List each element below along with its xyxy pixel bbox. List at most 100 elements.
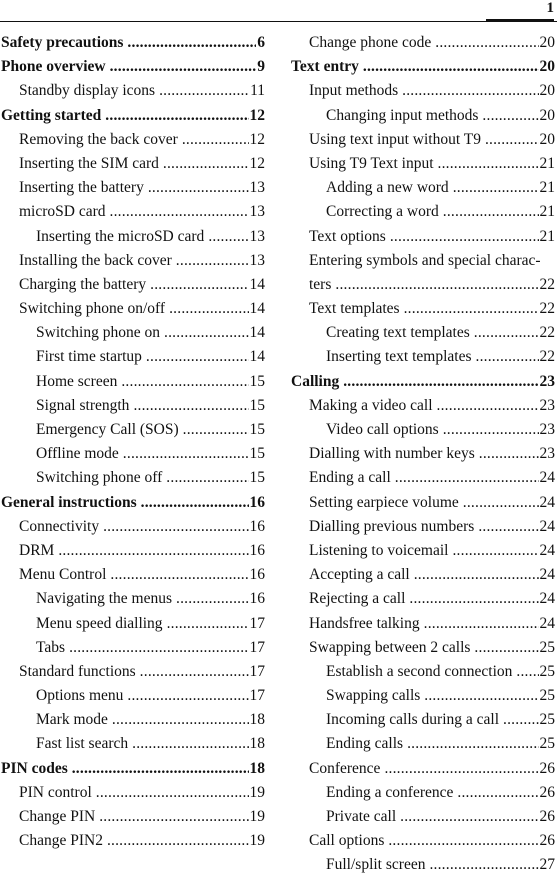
toc-entry[interactable]: Change phone code 20	[291, 31, 555, 55]
toc-entry[interactable]: Ending a call 24	[291, 466, 555, 490]
toc-entry[interactable]: Video call options 23	[291, 418, 555, 442]
toc-entry[interactable]: First time startup 14	[1, 345, 265, 369]
toc-entry[interactable]: PIN codes 18	[1, 757, 265, 781]
toc-entry[interactable]: Change PIN2 19	[1, 829, 265, 853]
toc-entry[interactable]: Emergency Call (SOS) 15	[1, 418, 265, 442]
toc-entry-page: 12	[249, 130, 266, 148]
toc-entry-title: Dialling previous numbers	[309, 517, 475, 535]
toc-entry[interactable]: Connectivity 16	[1, 515, 265, 539]
toc-entry[interactable]: Standard functions 17	[1, 660, 265, 684]
toc-entry[interactable]: Using T9 Text input 21	[291, 152, 555, 176]
toc-entry[interactable]: Establish a second connection 25	[291, 660, 555, 684]
toc-entry[interactable]: DRM 16	[1, 539, 265, 563]
toc-entry[interactable]: Using text input without T9 20	[291, 128, 555, 152]
dot-leader	[443, 418, 539, 442]
toc-entry-page: 14	[249, 300, 266, 318]
toc-entry[interactable]: microSD card 13	[1, 200, 265, 224]
toc-entry[interactable]: Removing the back cover 12	[1, 128, 265, 152]
toc-entry-page: 24	[539, 590, 556, 608]
toc-entry[interactable]: Text templates 22	[291, 297, 555, 321]
toc-entry[interactable]: Incoming calls during a call 25	[291, 708, 555, 732]
toc-entry-title: Rejecting a call	[309, 590, 406, 608]
toc-entry[interactable]: Inserting the battery 13	[1, 176, 265, 200]
toc-entry[interactable]: Changing input methods 20	[291, 104, 555, 128]
toc-entry[interactable]: Ending calls 25	[291, 732, 555, 756]
toc-entry-page: 24	[539, 493, 556, 511]
toc-entry-title: First time startup	[36, 348, 142, 366]
toc-entry[interactable]: Charging the battery 14	[1, 273, 265, 297]
dot-leader	[335, 273, 538, 297]
toc-entry[interactable]: Accepting a call 24	[291, 563, 555, 587]
toc-entry[interactable]: Fast list search 18	[1, 732, 265, 756]
toc-entry[interactable]: Inserting the microSD card 13	[1, 225, 265, 249]
toc-entry-page: 14	[249, 275, 266, 293]
toc-entry-page: 25	[539, 687, 556, 705]
toc-entry-page: 24	[539, 541, 556, 559]
toc-entry-title: Dialling with number keys	[309, 445, 475, 463]
toc-entry[interactable]: Safety precautions 6	[1, 31, 265, 55]
toc-entry[interactable]: Ending a conference 26	[291, 781, 555, 805]
toc-entry[interactable]: Rejecting a call 24	[291, 587, 555, 611]
toc-entry[interactable]: Menu Control 16	[1, 563, 265, 587]
toc-entry-page: 26	[539, 808, 556, 825]
toc-entry[interactable]: Dialling previous numbers 24	[291, 515, 555, 539]
dot-leader	[390, 225, 539, 249]
toc-entry[interactable]: Inserting text templates 22	[291, 345, 555, 369]
toc-entry[interactable]: Entering symbols and special charac-	[291, 249, 555, 273]
toc-entry-title: Ending calls	[326, 735, 404, 753]
toc-entry[interactable]: Options menu 17	[1, 684, 265, 708]
dot-leader	[479, 442, 539, 466]
toc-entry[interactable]: General instructions 16	[1, 491, 265, 515]
toc-entry-page: 13	[249, 227, 266, 245]
toc-entry[interactable]: Setting earpiece volume 24	[291, 491, 555, 515]
toc-entry-title: Phone overview	[1, 58, 106, 76]
toc-entry[interactable]: Signal strength 15	[1, 394, 265, 418]
toc-entry[interactable]: Private call 26	[291, 805, 555, 829]
toc-entry-title: Getting started	[1, 106, 102, 124]
toc-entry[interactable]: Text entry 20	[291, 55, 555, 79]
toc-entry-title: Conference	[309, 759, 381, 777]
toc-entry[interactable]: Offline mode 15	[1, 442, 265, 466]
toc-entry[interactable]: Calling 23	[291, 370, 555, 394]
toc-entry[interactable]: Handsfree talking 24	[291, 612, 555, 636]
dot-leader	[58, 539, 248, 563]
toc-entry[interactable]: Call options 26	[291, 829, 555, 853]
dot-leader	[503, 708, 538, 732]
toc-entry[interactable]: Correcting a word 21	[291, 200, 555, 224]
dot-leader	[127, 31, 256, 55]
dot-leader	[388, 829, 538, 853]
toc-entry[interactable]: Making a video call 23	[291, 394, 555, 418]
toc-entry[interactable]: Switching phone on 14	[1, 321, 265, 345]
dot-leader	[176, 587, 248, 611]
toc-entry[interactable]: Phone overview 9	[1, 55, 265, 79]
toc-entry[interactable]: Swapping calls 25	[291, 684, 555, 708]
toc-entry[interactable]: Change PIN 19	[1, 805, 265, 829]
toc-entry[interactable]: PIN control 19	[1, 781, 265, 805]
toc-entry[interactable]: Inserting the SIM card 12	[1, 152, 265, 176]
toc-entry[interactable]: Navigating the menus 16	[1, 587, 265, 611]
toc-entry[interactable]: Switching phone on/off 14	[1, 297, 265, 321]
dot-leader	[482, 104, 538, 128]
dot-leader	[395, 466, 539, 490]
toc-entry[interactable]: Listening to voicemail 24	[291, 539, 555, 563]
toc-entry[interactable]: Standby display icons 11	[1, 79, 265, 103]
toc-entry[interactable]: Input methods 20	[291, 79, 555, 103]
toc-entry-page: 16	[249, 566, 266, 584]
toc-entry[interactable]: Full/split screen 27	[291, 853, 555, 877]
toc-entry[interactable]: Conference 26	[291, 757, 555, 781]
toc-entry[interactable]: Adding a new word 21	[291, 176, 555, 200]
toc-entry[interactable]: Getting started 12	[1, 104, 265, 128]
toc-entry[interactable]: Mark mode 18	[1, 708, 265, 732]
toc-entry[interactable]: ters 22	[291, 273, 555, 297]
toc-entry-page: 25	[539, 638, 556, 656]
toc-entry-page: 22	[539, 275, 556, 293]
toc-entry[interactable]: Menu speed dialling 17	[1, 612, 265, 636]
toc-entry[interactable]: Swapping between 2 calls 25	[291, 636, 555, 660]
toc-entry[interactable]: Text options 21	[291, 225, 555, 249]
toc-entry[interactable]: Dialling with number keys 23	[291, 442, 555, 466]
toc-entry[interactable]: Creating text templates 22	[291, 321, 555, 345]
toc-entry[interactable]: Home screen 15	[1, 370, 265, 394]
toc-entry[interactable]: Tabs 17	[1, 636, 265, 660]
toc-entry[interactable]: Installing the back cover 13	[1, 249, 265, 273]
toc-entry[interactable]: Switching phone off 15	[1, 466, 265, 490]
